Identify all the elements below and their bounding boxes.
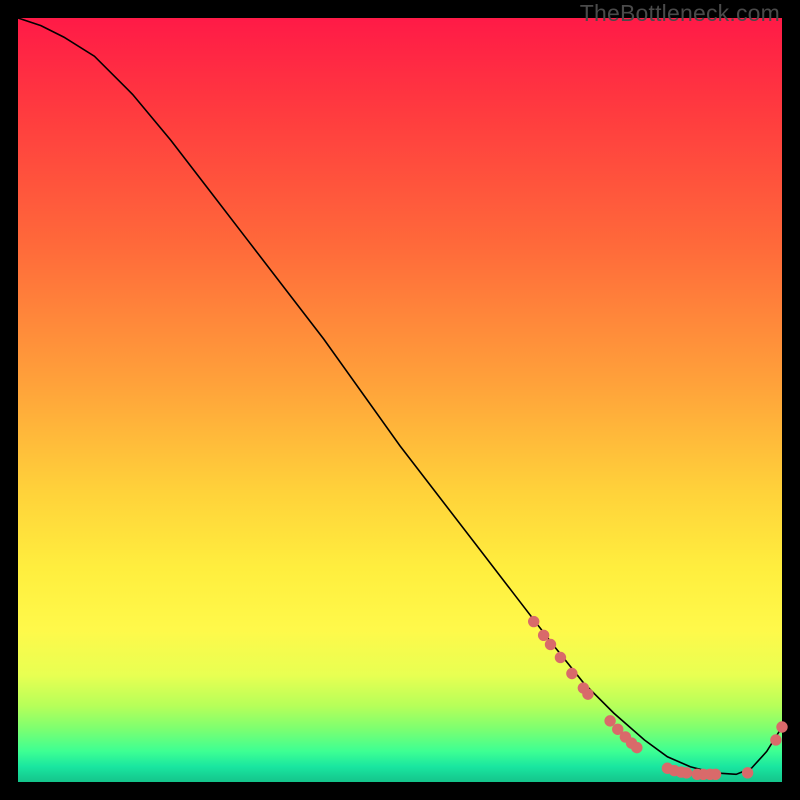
bottleneck-curve (18, 18, 782, 774)
chart-svg (18, 18, 782, 782)
data-marker (538, 630, 548, 640)
data-marker (555, 652, 565, 662)
data-marker (605, 716, 615, 726)
chart-frame: TheBottleneck.com (0, 0, 800, 800)
data-marker (529, 616, 539, 626)
data-marker (710, 769, 720, 779)
data-marker (771, 735, 781, 745)
plot-area (18, 18, 782, 782)
marker-group (529, 616, 788, 779)
data-marker (742, 768, 752, 778)
data-marker (681, 768, 691, 778)
data-marker (632, 742, 642, 752)
data-marker (545, 639, 555, 649)
watermark-text: TheBottleneck.com (580, 0, 780, 27)
data-marker (583, 689, 593, 699)
data-marker (567, 668, 577, 678)
data-marker (777, 722, 787, 732)
